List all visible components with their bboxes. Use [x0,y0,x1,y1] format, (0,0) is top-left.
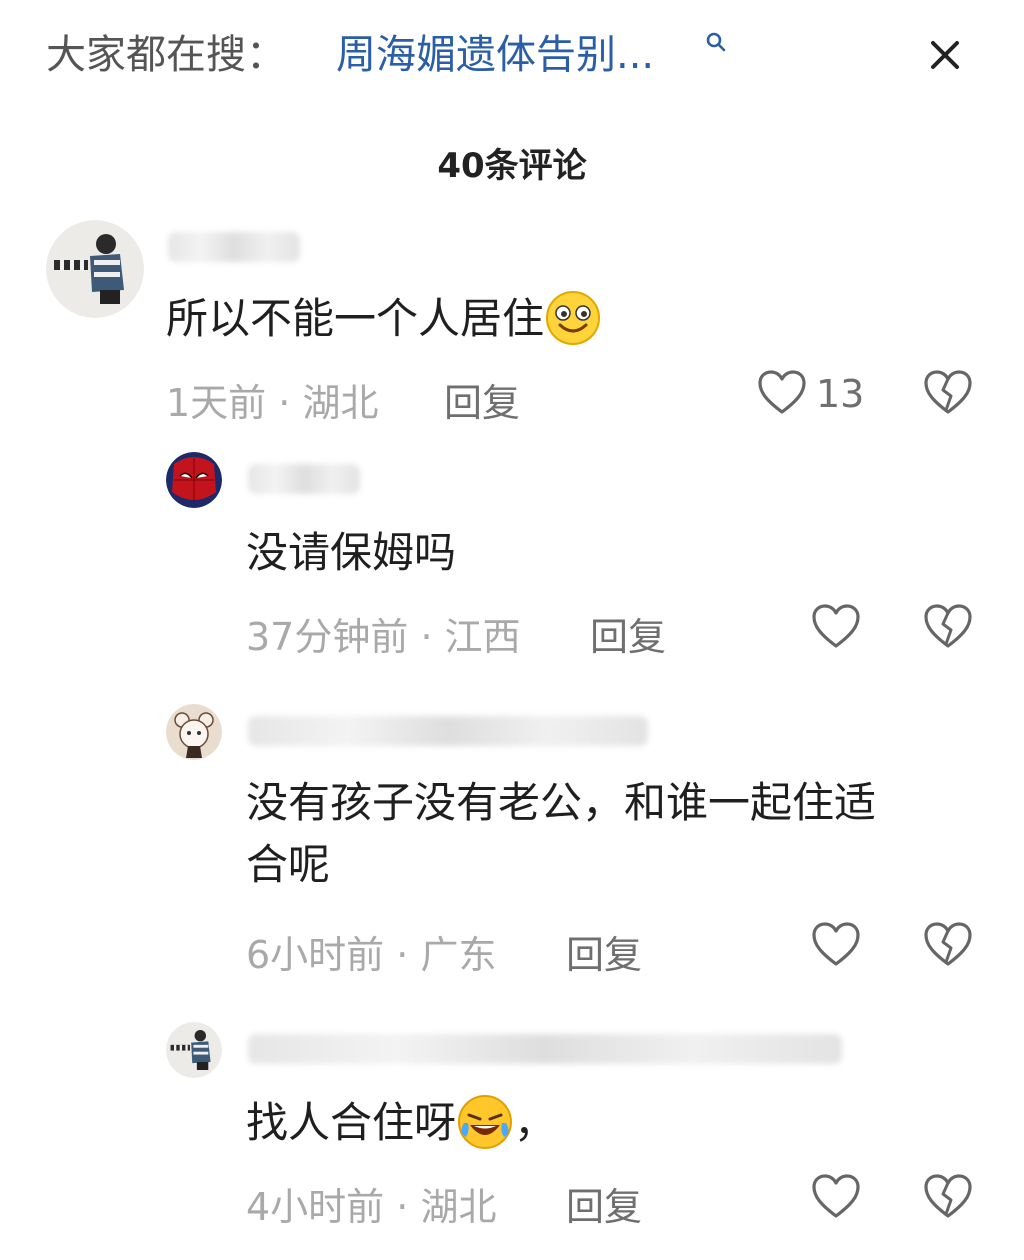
comment-time: 6小时前 [246,933,385,977]
comment-meta: 1天前 · 湖北 [166,372,378,427]
comment-meta: 6小时前 · 广东 [246,924,496,979]
search-suggestion-bar[interactable]: 大家都在搜： 周海媚遗体告别... [0,0,1024,100]
comment-meta: 37分钟前 · 江西 [246,606,521,661]
comment-time: 4小时前 [246,1185,385,1229]
reply-button[interactable]: 回复 [566,1176,642,1231]
avatar[interactable] [166,704,222,760]
heart-icon[interactable] [810,602,862,650]
broken-heart-icon[interactable] [922,1172,974,1220]
comment-text: 没有孩子没有老公，和谁一起住适 合呢 [246,772,876,896]
meta-separator: · [396,933,421,977]
rofl-emoji-icon [458,1094,513,1149]
meta-separator: · [396,1185,421,1229]
close-icon[interactable] [920,30,970,80]
search-prefix-label: 大家都在搜： [46,32,286,78]
reply-button[interactable]: 回复 [444,372,520,427]
meta-separator: · [420,615,445,659]
comment-text-content: 所以不能一个人居住 [166,294,545,343]
avatar[interactable] [46,220,144,318]
comment-location: 广东 [420,933,497,977]
broken-heart-icon[interactable] [922,602,974,650]
username-redacted[interactable] [168,232,300,262]
heart-icon[interactable] [756,368,808,416]
like-count: 13 [816,372,865,416]
comment-location: 江西 [444,615,521,659]
comment-text: 没请保姆吗 [246,528,457,577]
comment-location: 湖北 [302,381,379,425]
comment-text-line: 没有孩子没有老公，和谁一起住适 [246,778,877,827]
heart-icon[interactable] [810,920,862,968]
avatar[interactable] [166,452,222,508]
comment-time: 37分钟前 [246,615,409,659]
comment-meta: 4小时前 · 湖北 [246,1176,496,1231]
broken-heart-icon[interactable] [922,368,974,416]
meta-separator: · [278,381,303,425]
comment-location: 湖北 [420,1185,497,1229]
username-redacted[interactable] [248,464,360,494]
comment-text: 找人合住呀 ， [246,1092,556,1154]
reply-button[interactable]: 回复 [590,606,666,661]
reply-button[interactable]: 回复 [566,924,642,979]
heart-icon[interactable] [810,1172,862,1220]
comments-count-title: 40条评论 [437,146,587,186]
trending-search-link[interactable]: 周海媚遗体告别... [336,22,654,80]
comment-time: 1天前 [166,381,267,425]
broken-heart-icon[interactable] [922,920,974,968]
username-redacted[interactable] [248,716,648,746]
comment-text: 所以不能一个人居住 [166,288,602,350]
search-icon[interactable] [704,30,728,54]
comment-text-line: 合呢 [246,840,331,889]
smiling-face-emoji-icon [546,290,601,345]
username-redacted[interactable] [248,1034,842,1064]
comment-text-content: 找人合住呀 [246,1098,457,1147]
comment-text-suffix: ， [514,1098,557,1147]
avatar[interactable] [166,1022,222,1078]
